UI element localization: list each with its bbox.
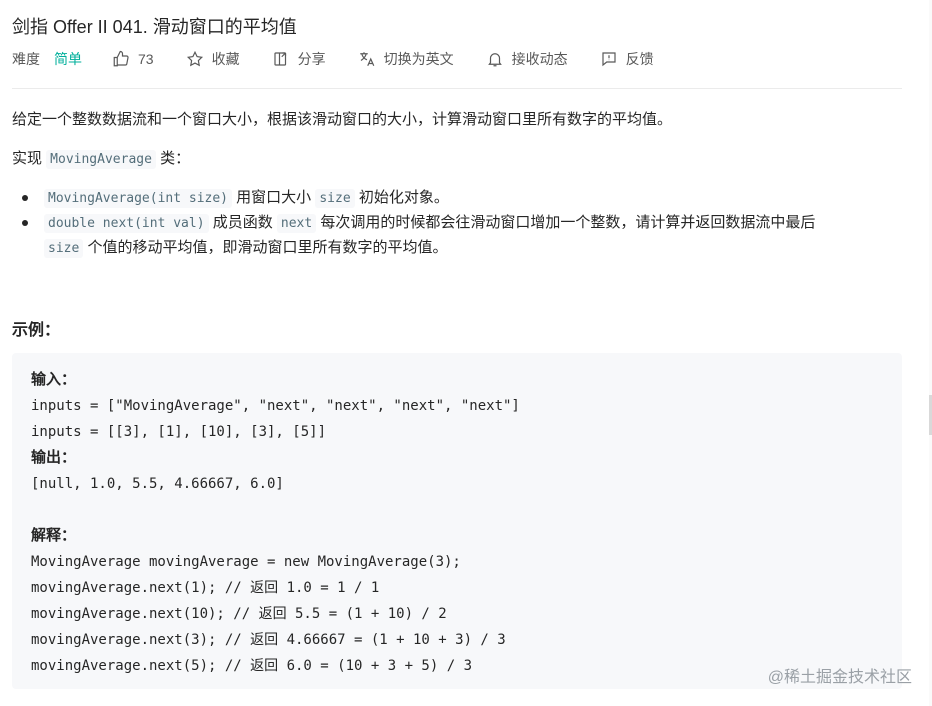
- feedback-label: 反馈: [625, 51, 654, 67]
- implement-suffix: 类：: [155, 150, 191, 167]
- watermark: @稀土掘金技术社区: [767, 669, 912, 686]
- problem-title: 剑指 Offer II 041. 滑动窗口的平均值: [12, 17, 297, 37]
- share-icon: [272, 50, 290, 68]
- input-line: inputs = [[3], [1], [10], [3], [5]]: [31, 424, 327, 440]
- collect-button[interactable]: 收藏: [186, 49, 240, 69]
- difficulty-badge: 简单: [54, 51, 82, 67]
- next-code: next: [276, 214, 317, 233]
- problem-description: 给定一个整数数据流和一个窗口大小，根据该滑动窗口的大小，计算滑动窗口里所有数字的…: [12, 111, 673, 128]
- explain-line: movingAverage.next(5); // 返回 6.0 = (10 +…: [31, 658, 473, 674]
- example-heading: 示例：: [12, 322, 61, 339]
- like-button[interactable]: 73: [112, 50, 154, 68]
- explain-line: movingAverage.next(1); // 返回 1.0 = 1 / 1: [31, 580, 380, 596]
- constructor-code: MovingAverage(int size): [44, 189, 233, 208]
- list-text: 个值的移动平均值，即滑动窗口里所有数字的平均值。: [83, 239, 448, 256]
- explain-line: movingAverage.next(3); // 返回 4.66667 = (…: [31, 632, 506, 648]
- feedback-icon: [600, 50, 618, 68]
- share-button[interactable]: 分享: [272, 49, 326, 69]
- method-list: MovingAverage(int size) 用窗口大小 size 初始化对象…: [22, 186, 904, 261]
- thumb-up-icon: [112, 50, 130, 68]
- collect-label: 收藏: [211, 51, 240, 67]
- list-text: 用窗口大小: [232, 189, 316, 206]
- list-item: MovingAverage(int size) 用窗口大小 size 初始化对象…: [22, 186, 904, 211]
- implement-sentence: 实现 MovingAverage 类：: [12, 147, 191, 169]
- input-label: 输入：: [31, 371, 77, 388]
- explain-line: movingAverage.next(10); // 返回 5.5 = (1 +…: [31, 606, 447, 622]
- switch-language-button[interactable]: 切换为英文: [358, 49, 454, 69]
- explain-line: MovingAverage movingAverage = new Moving…: [31, 554, 461, 570]
- like-count: 73: [138, 51, 154, 67]
- explain-label: 解释：: [31, 527, 77, 544]
- size-code: size: [44, 239, 84, 258]
- subscribe-label: 接收动态: [511, 51, 568, 67]
- size-code: size: [315, 189, 355, 208]
- switch-language-label: 切换为英文: [383, 51, 454, 67]
- share-label: 分享: [297, 51, 326, 67]
- input-line: inputs = ["MovingAverage", "next", "next…: [31, 398, 520, 414]
- translate-icon: [358, 50, 376, 68]
- list-text: 成员函数: [208, 214, 277, 231]
- subscribe-button[interactable]: 接收动态: [486, 49, 568, 69]
- next-signature-code: double next(int val): [44, 214, 209, 233]
- implement-prefix: 实现: [12, 150, 47, 167]
- list-text: 每次调用的时候都会往滑动窗口增加一个整数，请计算并返回数据流中最后: [316, 214, 816, 231]
- header-divider: [12, 88, 902, 89]
- problem-meta-bar: 难度 简单 73 收藏 分享 切换为英文 接收动态 反馈: [12, 48, 686, 70]
- output-label: 输出：: [31, 449, 77, 466]
- class-name-code: MovingAverage: [46, 150, 156, 169]
- feedback-button[interactable]: 反馈: [600, 49, 654, 69]
- bell-icon: [486, 50, 504, 68]
- star-icon: [186, 50, 204, 68]
- list-text: 初始化对象。: [354, 189, 449, 206]
- list-item: double next(int val) 成员函数 next 每次调用的时候都会…: [22, 211, 904, 261]
- example-code-block: 输入： inputs = ["MovingAverage", "next", "…: [12, 353, 902, 689]
- difficulty-label: 难度: [12, 51, 40, 67]
- output-line: [null, 1.0, 5.5, 4.66667, 6.0]: [31, 476, 284, 492]
